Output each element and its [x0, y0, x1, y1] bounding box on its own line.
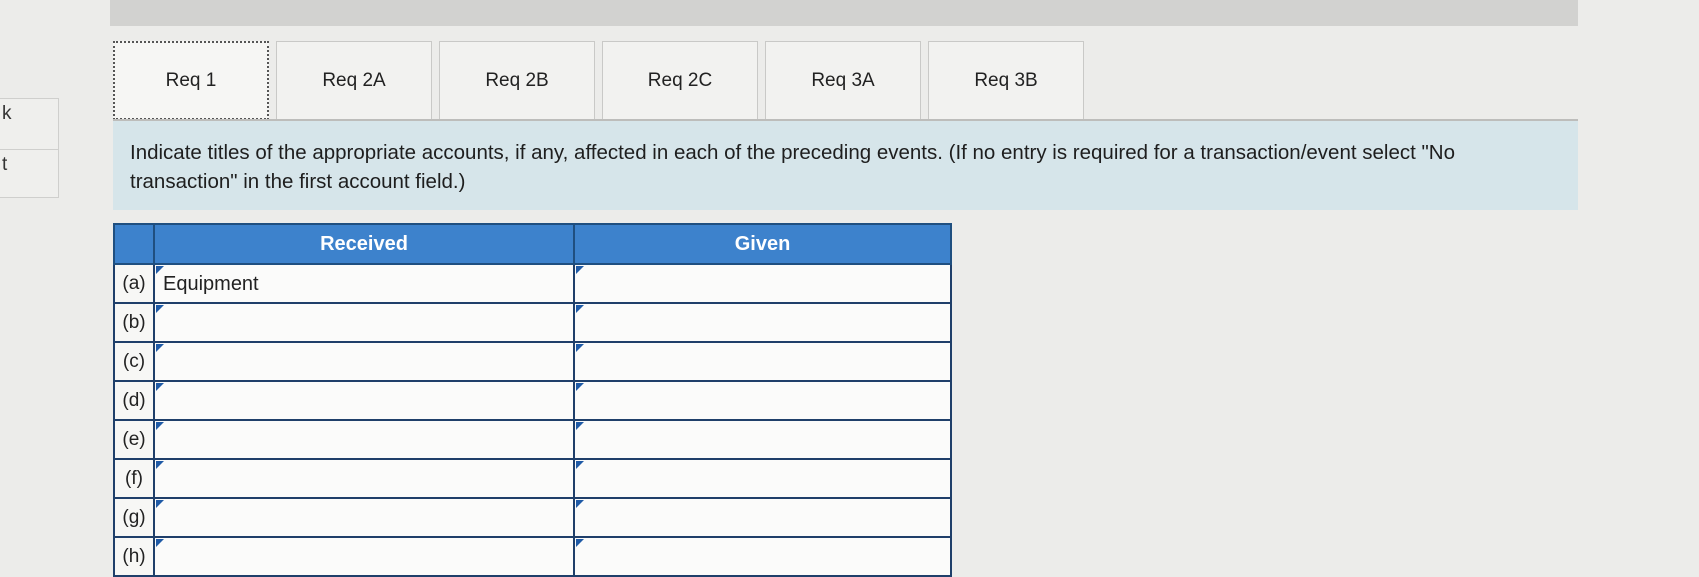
received-account-field[interactable] — [153, 380, 575, 421]
received-account-field[interactable] — [153, 302, 575, 343]
row-label: (f) — [113, 458, 155, 499]
tab-req-3a[interactable]: Req 3A — [765, 41, 921, 120]
table-row: (a) Equipment — [113, 263, 952, 304]
journal-table: Received Given (a) Equipment (b) (c) (d)… — [113, 223, 952, 577]
header-received: Received — [153, 223, 575, 265]
dropdown-flag-icon — [576, 422, 584, 430]
received-account-field[interactable] — [153, 458, 575, 499]
received-account-field[interactable] — [153, 419, 575, 460]
given-account-field[interactable] — [573, 341, 952, 382]
top-band — [110, 0, 1578, 26]
received-account-field[interactable] — [153, 536, 575, 577]
table-row: (b) — [113, 302, 952, 343]
row-label: (e) — [113, 419, 155, 460]
left-side-divider — [0, 149, 58, 150]
dropdown-flag-icon — [576, 305, 584, 313]
left-side-text-1: k — [2, 103, 12, 124]
dropdown-flag-icon — [576, 539, 584, 547]
given-account-field[interactable] — [573, 263, 952, 304]
row-label: (h) — [113, 536, 155, 577]
dropdown-flag-icon — [576, 500, 584, 508]
dropdown-flag-icon — [156, 422, 164, 430]
dropdown-flag-icon — [156, 344, 164, 352]
tab-req-2b[interactable]: Req 2B — [439, 41, 595, 120]
row-label: (b) — [113, 302, 155, 343]
dropdown-flag-icon — [576, 461, 584, 469]
dropdown-flag-icon — [576, 266, 584, 274]
table-row: (h) — [113, 536, 952, 577]
tab-req-1[interactable]: Req 1 — [113, 41, 269, 120]
given-account-field[interactable] — [573, 497, 952, 538]
row-label: (g) — [113, 497, 155, 538]
row-label: (c) — [113, 341, 155, 382]
row-label: (d) — [113, 380, 155, 421]
table-header-row: Received Given — [113, 223, 952, 265]
table-row: (g) — [113, 497, 952, 538]
given-account-field[interactable] — [573, 458, 952, 499]
dropdown-flag-icon — [156, 383, 164, 391]
header-given: Given — [573, 223, 952, 265]
tab-req-2c[interactable]: Req 2C — [602, 41, 758, 120]
table-row: (f) — [113, 458, 952, 499]
dropdown-flag-icon — [156, 461, 164, 469]
row-label: (a) — [113, 263, 155, 304]
given-account-field[interactable] — [573, 419, 952, 460]
given-account-field[interactable] — [573, 536, 952, 577]
dropdown-flag-icon — [576, 344, 584, 352]
table-row: (e) — [113, 419, 952, 460]
received-account-value: Equipment — [163, 273, 259, 295]
left-side-panel[interactable]: k t — [0, 98, 59, 198]
received-account-field[interactable]: Equipment — [153, 263, 575, 304]
given-account-field[interactable] — [573, 380, 952, 421]
received-account-field[interactable] — [153, 497, 575, 538]
given-account-field[interactable] — [573, 302, 952, 343]
dropdown-flag-icon — [156, 305, 164, 313]
tab-req-2a[interactable]: Req 2A — [276, 41, 432, 120]
table-row: (c) — [113, 341, 952, 382]
received-account-field[interactable] — [153, 341, 575, 382]
dropdown-flag-icon — [156, 500, 164, 508]
dropdown-flag-icon — [576, 383, 584, 391]
tab-req-3b[interactable]: Req 3B — [928, 41, 1084, 120]
header-corner — [113, 223, 155, 265]
dropdown-flag-icon — [156, 539, 164, 547]
left-side-text-2: t — [2, 154, 8, 175]
table-row: (d) — [113, 380, 952, 421]
instructions-text: Indicate titles of the appropriate accou… — [113, 121, 1578, 210]
